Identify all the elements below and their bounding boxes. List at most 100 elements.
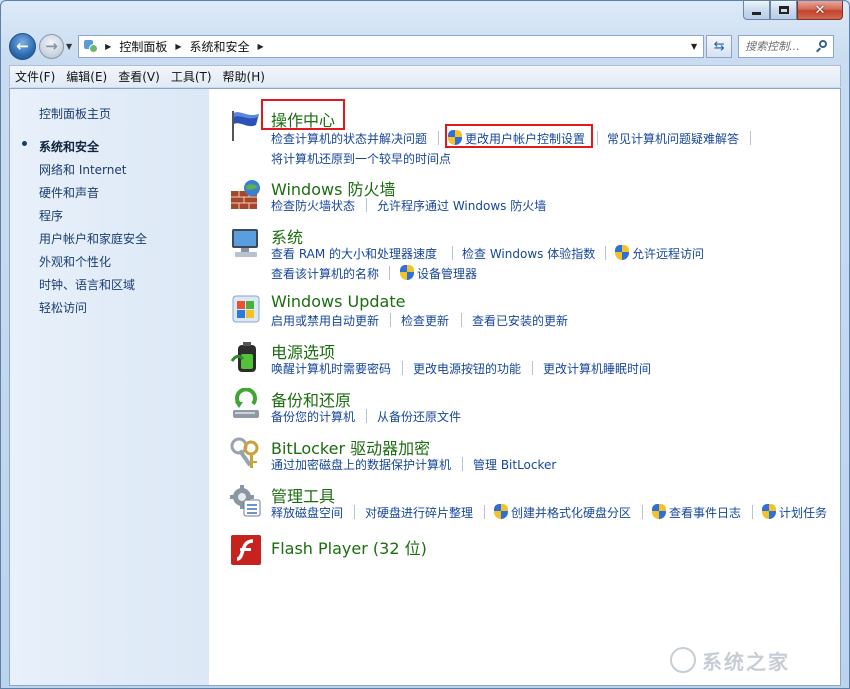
task-auto-update[interactable]: 启用或禁用自动更新 — [271, 312, 379, 329]
task-separator — [354, 505, 355, 519]
sidebar-item-user-accounts[interactable]: 用户帐户和家庭安全 — [39, 230, 147, 247]
task-sleep-time[interactable]: 更改计算机睡眠时间 — [543, 360, 651, 377]
task-allow-program[interactable]: 允许程序通过 Windows 防火墙 — [377, 197, 546, 214]
minimize-icon — [752, 11, 761, 15]
highlight-box-action-center — [261, 99, 345, 130]
admin-tools-icon[interactable] — [229, 484, 263, 518]
task-separator — [750, 131, 751, 145]
task-restore[interactable]: 将计算机还原到一个较早的时间点 — [271, 150, 451, 167]
task-separator — [390, 313, 391, 327]
forward-arrow-icon: → — [45, 37, 58, 55]
address-dropdown-icon[interactable]: ▼ — [691, 42, 697, 51]
task-remote-access[interactable]: 允许远程访问 — [632, 245, 704, 262]
sidebar-item-ease-of-access[interactable]: 轻松访问 — [39, 299, 87, 316]
task-manage-bitlocker[interactable]: 管理 BitLocker — [473, 456, 556, 473]
task-defragment[interactable]: 对硬盘进行碎片整理 — [365, 504, 473, 521]
refresh-button[interactable]: ⇆ — [706, 34, 733, 58]
forward-button[interactable]: → — [39, 33, 64, 59]
task-separator — [389, 266, 390, 280]
task-separator — [366, 198, 367, 212]
task-separator — [438, 131, 439, 145]
sidebar: 控制面板主页 系统和安全 网络和 Internet 硬件和声音 程序 用户帐户和… — [10, 89, 209, 685]
sidebar-item-system-security[interactable]: 系统和安全 — [39, 138, 99, 155]
menu-file[interactable]: 文件(F) — [10, 68, 60, 85]
maximize-button[interactable] — [770, 1, 797, 20]
sidebar-item-network[interactable]: 网络和 Internet — [39, 161, 126, 178]
task-device-manager[interactable]: 设备管理器 — [417, 265, 477, 282]
sidebar-item-programs[interactable]: 程序 — [39, 207, 63, 224]
task-separator — [366, 409, 367, 423]
active-bullet-icon — [22, 141, 27, 146]
breadcrumb-arrow-icon[interactable]: ▶ — [175, 42, 181, 51]
task-scheduler[interactable]: 计划任务 — [779, 504, 827, 521]
sidebar-item-clock-language[interactable]: 时钟、语言和区域 — [39, 276, 135, 293]
backup-icon[interactable] — [229, 387, 263, 422]
task-firewall-status[interactable]: 检查防火墙状态 — [271, 197, 355, 214]
back-arrow-icon: ← — [16, 37, 29, 55]
keys-icon[interactable] — [229, 436, 263, 470]
search-icon[interactable] — [816, 39, 828, 52]
task-separator — [605, 246, 606, 260]
task-encrypt-disk[interactable]: 通过加密磁盘上的数据保护计算机 — [271, 456, 451, 473]
task-separator — [597, 131, 598, 145]
windows-update-icon[interactable] — [229, 293, 263, 327]
task-separator — [484, 505, 485, 519]
watermark-text: 系统之家 — [702, 649, 790, 674]
task-separator — [752, 505, 753, 519]
sidebar-home-link[interactable]: 控制面板主页 — [39, 105, 111, 122]
task-power-button[interactable]: 更改电源按钮的功能 — [413, 360, 521, 377]
task-installed-updates[interactable]: 查看已安装的更新 — [472, 312, 568, 329]
task-check-status[interactable]: 检查计算机的状态并解决问题 — [271, 130, 427, 147]
flash-player-icon[interactable] — [229, 533, 263, 567]
task-separator — [402, 361, 403, 375]
menu-bar: 文件(F) 编辑(E) 查看(V) 工具(T) 帮助(H) — [9, 65, 841, 87]
sidebar-item-appearance[interactable]: 外观和个性化 — [39, 253, 111, 270]
computer-icon[interactable] — [229, 226, 263, 260]
breadcrumb-arrow-icon[interactable]: ▶ — [258, 42, 264, 51]
main-panel: 操作中心 检查计算机的状态并解决问题 更改用户帐户控制设置 常见计算机问题疑难解… — [209, 89, 840, 685]
task-create-partition[interactable]: 创建并格式化硬盘分区 — [511, 504, 631, 521]
search-box[interactable] — [738, 34, 835, 58]
task-check-updates[interactable]: 检查更新 — [401, 312, 449, 329]
menu-view[interactable]: 查看(V) — [113, 68, 165, 85]
task-separator — [452, 246, 453, 260]
breadcrumb-arrow-icon[interactable]: ▶ — [105, 42, 111, 51]
address-bar[interactable]: ▶ 控制面板 ▶ 系统和安全 ▶ ▼ — [78, 34, 705, 58]
minimize-button[interactable] — [743, 1, 770, 20]
task-computer-name[interactable]: 查看该计算机的名称 — [271, 265, 379, 282]
task-backup-computer[interactable]: 备份您的计算机 — [271, 408, 355, 425]
navigation-bar: ← → ▼ ▶ 控制面板 ▶ 系统和安全 ▶ ▼ ⇆ — [9, 31, 841, 61]
task-free-disk-space[interactable]: 释放磁盘空间 — [271, 504, 343, 521]
menu-help[interactable]: 帮助(H) — [218, 68, 270, 85]
uac-shield-icon — [494, 504, 508, 519]
firewall-icon[interactable] — [229, 179, 263, 213]
sidebar-item-hardware[interactable]: 硬件和声音 — [39, 184, 99, 201]
watermark-logo-icon — [670, 647, 696, 673]
menu-edit[interactable]: 编辑(E) — [61, 68, 112, 85]
task-separator — [532, 361, 533, 375]
task-separator — [642, 505, 643, 519]
battery-icon[interactable] — [229, 341, 263, 375]
breadcrumb-control-panel[interactable]: 控制面板 — [119, 38, 167, 55]
flag-icon[interactable] — [229, 109, 263, 143]
task-restore-files[interactable]: 从备份还原文件 — [377, 408, 461, 425]
recent-pages-dropdown-icon[interactable]: ▼ — [66, 42, 72, 51]
watermark: 系统之家 — [670, 643, 830, 677]
back-button[interactable]: ← — [9, 32, 36, 60]
caption-buttons: ✕ — [743, 1, 843, 20]
maximize-icon — [778, 6, 789, 14]
category-title-flash-player[interactable]: Flash Player (32 位) — [271, 535, 427, 559]
menu-tools[interactable]: 工具(T) — [166, 68, 217, 85]
close-icon: ✕ — [814, 2, 826, 18]
breadcrumb-system-security[interactable]: 系统和安全 — [189, 38, 249, 55]
category-title-windows-update[interactable]: Windows Update — [271, 292, 405, 311]
close-button[interactable]: ✕ — [797, 1, 843, 20]
task-view-ram[interactable]: 查看 RAM 的大小和处理器速度 — [271, 245, 437, 262]
task-event-log[interactable]: 查看事件日志 — [669, 504, 741, 521]
window-frame: ✕ ← → ▼ ▶ 控制面板 ▶ 系统和安全 ▶ ▼ ⇆ 文件(F) 编辑(E)… — [0, 0, 850, 689]
task-experience-index[interactable]: 检查 Windows 体验指数 — [462, 245, 595, 262]
search-input[interactable] — [745, 39, 816, 53]
task-wake-password[interactable]: 唤醒计算机时需要密码 — [271, 360, 391, 377]
task-troubleshoot[interactable]: 常见计算机问题疑难解答 — [607, 130, 739, 147]
highlight-box-uac — [445, 124, 593, 148]
